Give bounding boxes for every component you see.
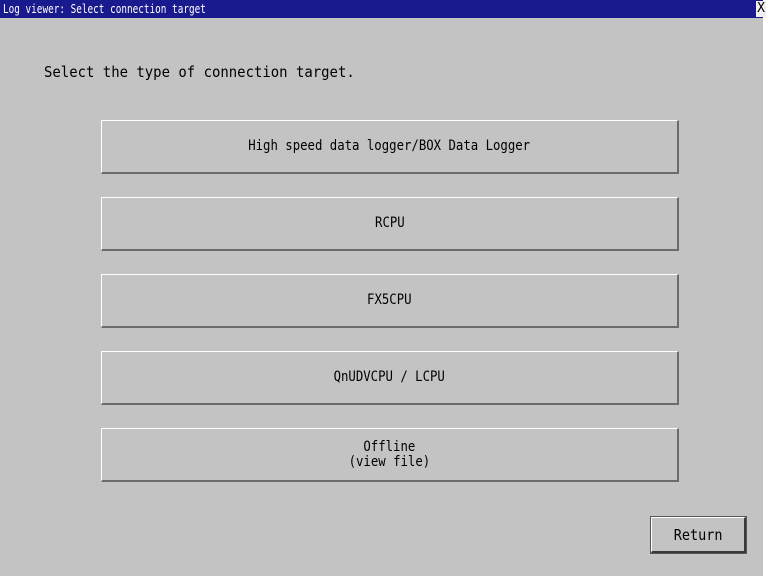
log-viewer-window: Log viewer: Select connection target X S…: [0, 0, 766, 576]
close-button[interactable]: X: [756, 1, 766, 17]
title-bar: Log viewer: Select connection target X: [0, 0, 766, 18]
option-label: Offline (view file): [348, 438, 431, 470]
option-label: High speed data logger/BOX Data Logger: [248, 138, 531, 154]
option-label: RCPU: [374, 215, 405, 231]
close-icon: X: [757, 1, 765, 16]
rcpu-button[interactable]: RCPU: [101, 197, 679, 251]
return-button[interactable]: Return: [650, 516, 747, 554]
option-label: QnUDVCPU / LCPU: [333, 369, 446, 385]
option-label: FX5CPU: [367, 292, 412, 308]
window-title: Log viewer: Select connection target: [3, 2, 206, 16]
offline-view-file-button[interactable]: Offline (view file): [101, 428, 679, 482]
instruction-text: Select the type of connection target.: [44, 63, 355, 81]
return-label: Return: [673, 525, 723, 544]
qnudvcpu-lcpu-button[interactable]: QnUDVCPU / LCPU: [101, 351, 679, 405]
fx5cpu-button[interactable]: FX5CPU: [101, 274, 679, 328]
high-speed-data-logger-button[interactable]: High speed data logger/BOX Data Logger: [101, 120, 679, 174]
